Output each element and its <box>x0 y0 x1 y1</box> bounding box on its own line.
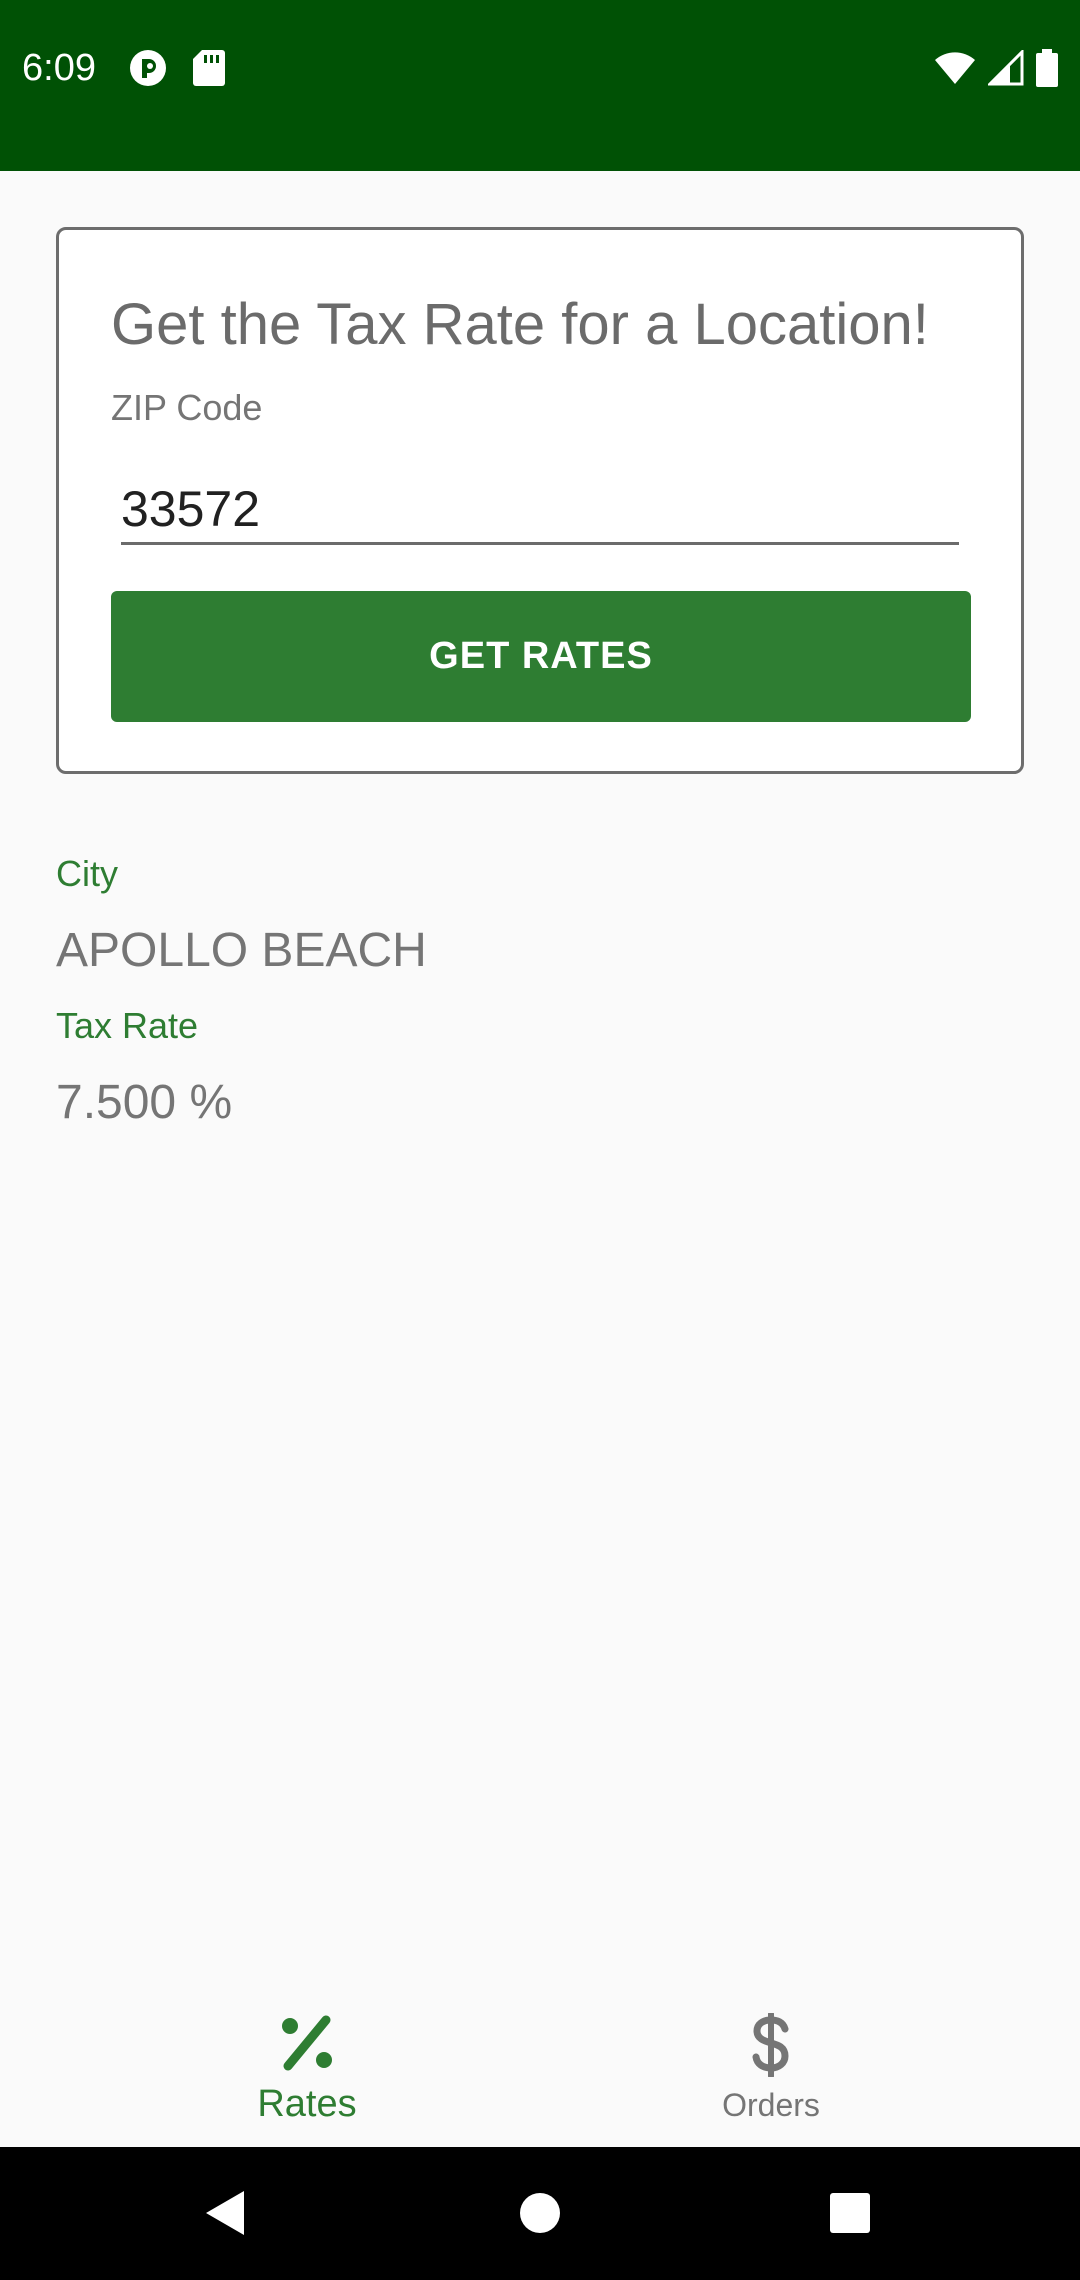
nav-label-orders: Orders <box>722 2087 820 2123</box>
bottom-navigation: Rates Orders <box>0 1975 1080 2147</box>
status-right-icons <box>934 48 1058 88</box>
city-value: APOLLO BEACH <box>56 924 427 977</box>
status-bar: 6:09 <box>0 0 1080 171</box>
status-time: 6:09 <box>22 47 96 89</box>
back-icon[interactable] <box>196 2183 256 2243</box>
zip-code-label: ZIP Code <box>111 387 263 428</box>
zip-code-input[interactable] <box>121 475 959 545</box>
home-icon[interactable] <box>510 2183 570 2243</box>
circle-app-icon <box>130 50 166 86</box>
get-rates-button[interactable]: GET RATES <box>111 591 971 722</box>
card-title: Get the Tax Rate for a Location! <box>111 292 929 357</box>
recents-icon[interactable] <box>820 2183 880 2243</box>
nav-label-rates: Rates <box>257 2083 357 2125</box>
wifi-icon <box>935 52 975 84</box>
nav-item-orders[interactable]: Orders <box>501 1975 1041 2147</box>
battery-icon <box>1036 49 1058 87</box>
system-navigation-bar <box>0 2147 1080 2280</box>
tax-rate-value: 7.500 % <box>56 1076 233 1129</box>
dollar-icon <box>752 2013 789 2077</box>
percent-icon <box>282 2015 332 2071</box>
signal-icon <box>988 50 1024 86</box>
sd-card-icon <box>193 50 225 86</box>
tax-rate-card: Get the Tax Rate for a Location! ZIP Cod… <box>56 227 1024 774</box>
city-label: City <box>56 853 118 894</box>
nav-item-rates[interactable]: Rates <box>37 1975 577 2147</box>
tax-rate-label: Tax Rate <box>56 1005 199 1046</box>
